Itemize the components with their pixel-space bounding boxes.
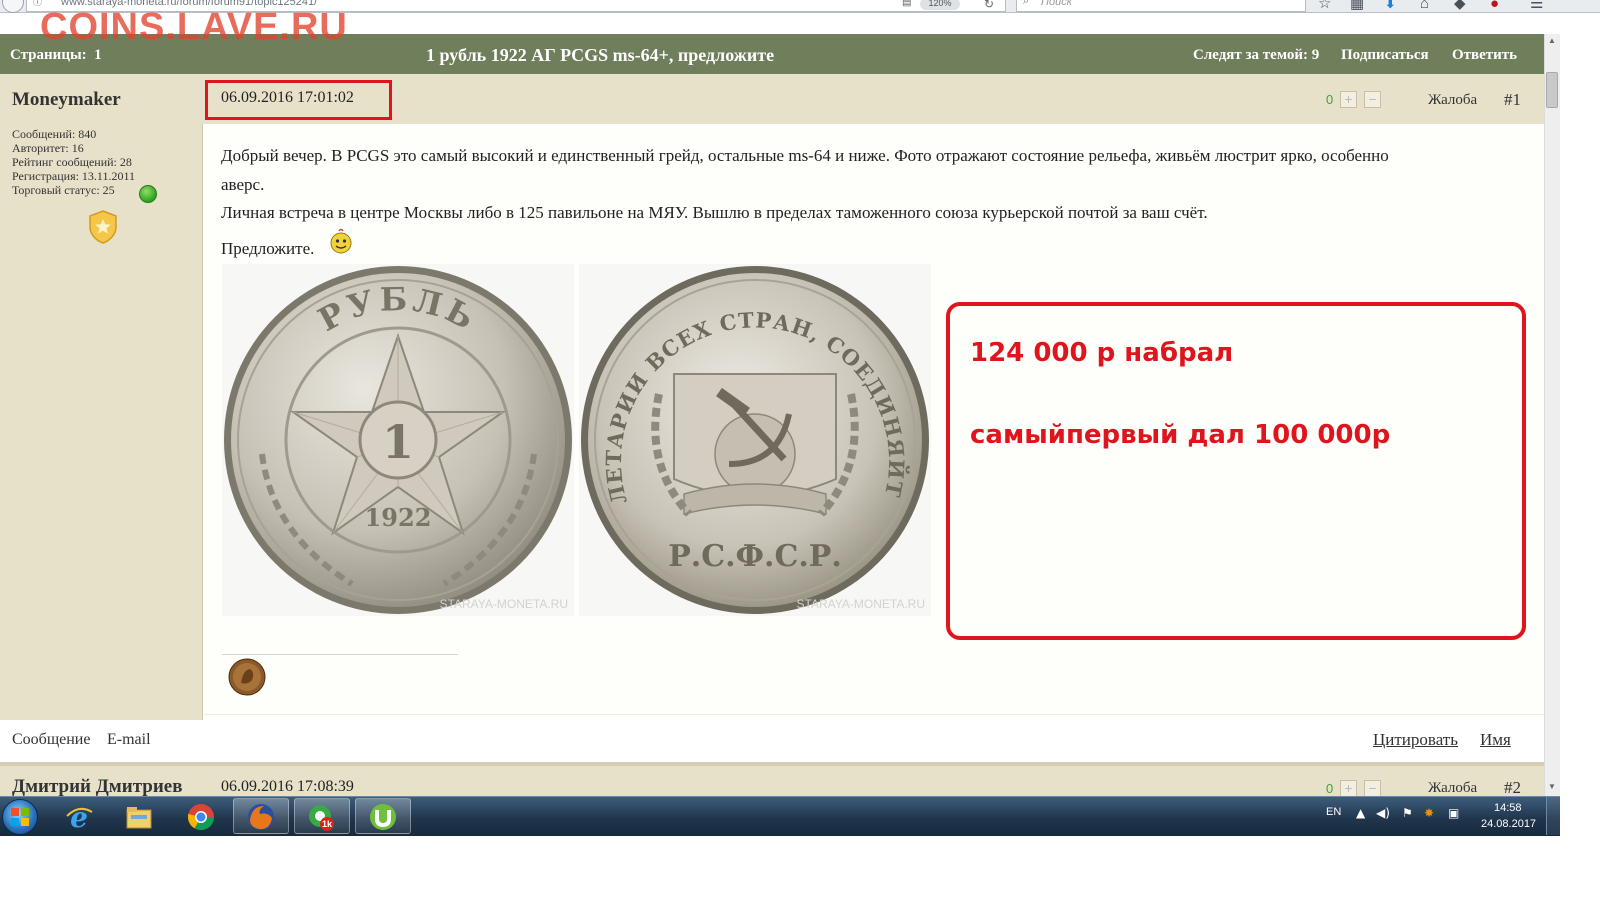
reverse-country: Р.С.Ф.С.Р. (668, 539, 842, 574)
obverse-denomination: 1 (382, 415, 414, 469)
subscribe-link[interactable]: Подписаться (1341, 47, 1429, 64)
menu-icon[interactable]: ☰ (1530, 0, 1543, 13)
insert-name-link[interactable]: Имя (1480, 730, 1511, 750)
page-link-1[interactable]: 1 (94, 47, 102, 63)
internet-explorer-icon: e (66, 802, 93, 832)
watchers-count: Следят за темой: 9 (1193, 47, 1320, 63)
adblock-icon[interactable]: ● (1490, 0, 1499, 13)
coin-obverse-photo[interactable]: 1 1922 РУБЛЬ STARAYA-MONETA.RU (222, 264, 574, 616)
bookmark-star-icon[interactable]: ☆ (1318, 0, 1331, 13)
reload-icon[interactable]: ↻ (984, 0, 994, 12)
post-footer-right (204, 720, 1544, 762)
vote-plus-button[interactable]: + (1340, 91, 1357, 108)
volume-icon[interactable]: ◀) (1376, 806, 1390, 820)
pagination: Страницы: 1 (10, 47, 102, 64)
signature-coin-icon (228, 658, 266, 696)
vote-count: 0 (1326, 92, 1334, 107)
obverse-year: 1922 (365, 503, 432, 532)
site-watermark: COINS.LAVE.RU (40, 6, 348, 48)
screen: ⓘ www.staraya-moneta.ru/forum/forum91/to… (0, 0, 1600, 900)
back-button[interactable] (2, 0, 24, 13)
post2-complaint-link[interactable]: Жалоба (1428, 780, 1477, 797)
post-date: 06.09.2016 17:01:02 (221, 89, 354, 106)
post2-date: 06.09.2016 17:08:39 (221, 778, 354, 795)
stat-authority: Авторитет: 16 (12, 141, 84, 155)
utorrent-icon (370, 804, 396, 830)
user-badge-icon (89, 210, 117, 244)
scrollbar-thumb[interactable] (1546, 72, 1558, 108)
post2-vote-minus-button[interactable]: − (1364, 780, 1381, 797)
clock-time[interactable]: 14:58 (1494, 802, 1522, 814)
online-status-icon (139, 185, 157, 203)
chrome-icon (187, 804, 215, 831)
reader-view-icon[interactable]: ▤ (902, 0, 911, 8)
file-explorer-icon (126, 807, 152, 829)
post-footer-divider (204, 714, 1544, 715)
clock-date[interactable]: 24.08.2017 (1481, 818, 1536, 830)
firefox-icon (248, 804, 274, 830)
scrollbar[interactable] (1544, 34, 1560, 796)
post-number-link[interactable]: #1 (1504, 90, 1521, 110)
reply-link[interactable]: Ответить (1452, 47, 1517, 64)
scroll-down-arrow-icon[interactable]: ▼ (1546, 780, 1558, 794)
pages-label: Страницы: (10, 47, 87, 63)
svg-text:e: e (70, 802, 88, 832)
topic-title: 1 рубль 1922 АГ PCGS ms-64+, предложите (426, 45, 775, 65)
coin-reverse-photo[interactable]: ПРОЛЕТАРИИ ВСЕХ СТРАН, СОЕДИНЯЙТЕСЬ! Р.С… (579, 264, 931, 616)
home-icon[interactable]: ⌂ (1420, 0, 1429, 13)
email-link[interactable]: E-mail (107, 731, 151, 749)
post2-vote-plus-button[interactable]: + (1340, 780, 1357, 797)
shield-icon[interactable]: ◆ (1454, 0, 1466, 13)
post2-author-name[interactable]: Дмитрий Дмитриев (12, 776, 182, 798)
search-placeholder: Поиск (1041, 0, 1072, 8)
stat-trade-status: Торговый статус: 25 (12, 183, 115, 197)
annotation-line-1: 124 000 р набрал (970, 338, 1234, 368)
post-text-line-4: Предложите. (221, 239, 315, 258)
post-text-line-3: Личная встреча в центре Москвы либо в 12… (221, 203, 1208, 222)
smiley-icon (330, 228, 352, 254)
photo-watermark-1: STARAYA-MONETA.RU (440, 597, 568, 611)
coin-obverse-image: 1 1922 РУБЛЬ STARAYA-MONETA.RU (224, 266, 572, 614)
show-desktop-button[interactable] (1546, 797, 1560, 835)
private-message-link[interactable]: Сообщение (12, 731, 90, 749)
network-icon[interactable]: ▣ (1448, 806, 1459, 820)
downloads-icon[interactable]: ⬇ (1384, 0, 1397, 13)
language-indicator[interactable]: EN (1326, 806, 1341, 818)
windows-logo-icon (11, 808, 29, 826)
photo-watermark-2: STARAYA-MONETA.RU (797, 597, 925, 611)
vote-minus-button[interactable]: − (1364, 91, 1381, 108)
post-text-line-1: Добрый вечер. В PCGS это самый высокий и… (221, 146, 1389, 165)
complaint-link[interactable]: Жалоба (1428, 92, 1477, 109)
icq-notification-badge: 1k (322, 819, 333, 829)
stat-registration: Регистрация: 13.11.2011 (12, 169, 136, 183)
stat-messages: Сообщений: 840 (12, 127, 97, 141)
search-icon: ⌕ (1023, 0, 1030, 7)
post-text-line-2: аверс. (221, 175, 265, 194)
coin-reverse-image: ПРОЛЕТАРИИ ВСЕХ СТРАН, СОЕДИНЯЙТЕСЬ! Р.С… (579, 264, 929, 614)
scroll-up-arrow-icon[interactable]: ▲ (1546, 34, 1558, 48)
post2-number-link[interactable]: #2 (1504, 778, 1521, 798)
annotation-line-2: самыйпервый дал 100 000р (970, 420, 1391, 450)
zoom-level-badge[interactable]: 120% (920, 0, 960, 10)
stat-rating: Рейтинг сообщений: 28 (12, 155, 132, 169)
post2-vote-count: 0 (1326, 781, 1334, 796)
signature-divider (222, 654, 458, 655)
search-input[interactable]: ⌕ Поиск (1016, 0, 1306, 12)
quote-link[interactable]: Цитировать (1373, 730, 1458, 750)
avast-icon[interactable]: ✸ (1424, 806, 1434, 820)
action-center-flag-icon[interactable]: ⚑ (1402, 806, 1413, 820)
author-name[interactable]: Moneymaker (12, 89, 121, 111)
author-stats: Сообщений: 840 Авторитет: 16 Рейтинг соо… (12, 127, 135, 197)
tray-expand-icon[interactable]: ▲ (1356, 806, 1365, 820)
bookmarks-list-icon[interactable]: ▦ (1350, 0, 1364, 13)
